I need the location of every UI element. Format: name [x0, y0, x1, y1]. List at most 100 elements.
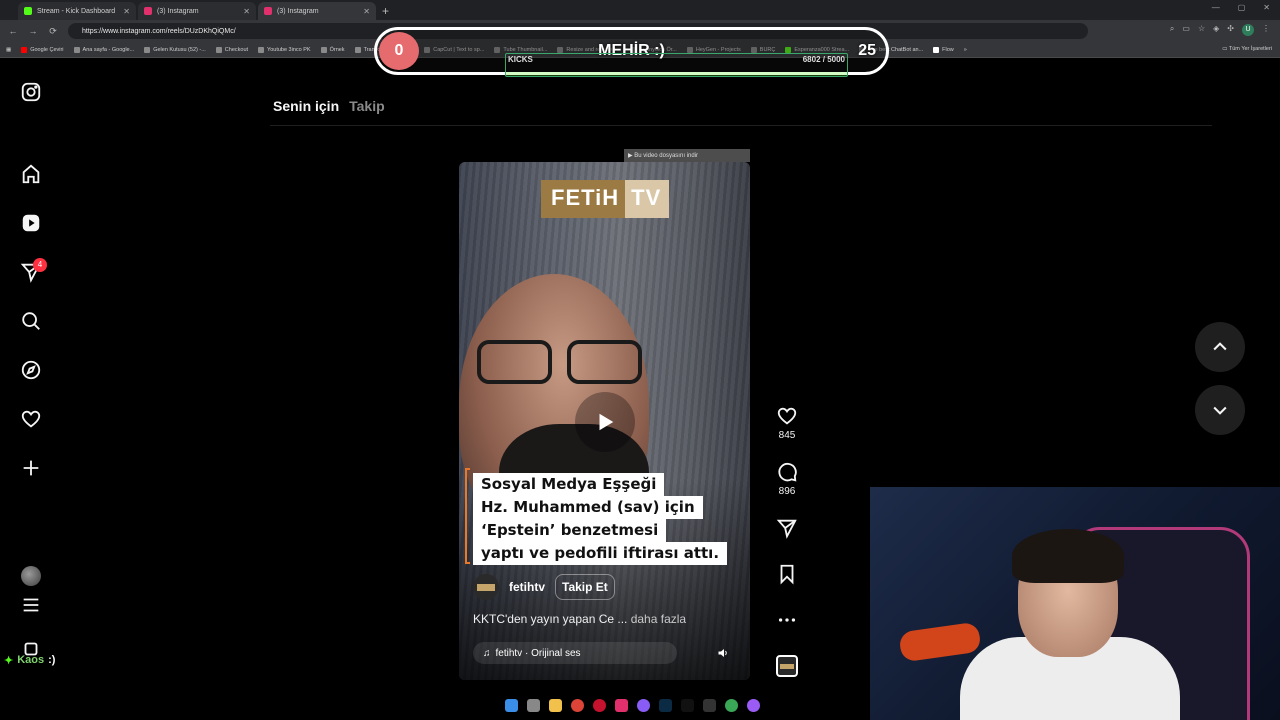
previous-reel-button[interactable]: [1195, 322, 1245, 372]
windows-start-icon[interactable]: [505, 699, 518, 712]
profile-avatar[interactable]: U: [1242, 24, 1254, 36]
bookmark-favicon-icon: [320, 46, 327, 53]
file-explorer-icon[interactable]: [549, 699, 562, 712]
more-link[interactable]: daha fazla: [627, 612, 686, 626]
tab-following[interactable]: Takip: [349, 98, 385, 114]
zoom-icon[interactable]: ⌕: [1170, 24, 1174, 36]
comment-count: 896: [778, 486, 796, 497]
kicks-label: KICKS: [508, 55, 533, 64]
folder-icon: ▭: [1222, 46, 1229, 52]
folder-icon: [258, 46, 265, 53]
reel-description: KKTC'den yayın yapan Ce ... daha fazla: [473, 612, 687, 626]
bookmark-favicon-icon: [215, 46, 222, 53]
play-button[interactable]: [575, 392, 635, 452]
bookmark-item[interactable]: Youtube 3inco PK: [258, 46, 311, 53]
notification-badge: 4: [33, 258, 47, 272]
more-menu-icon[interactable]: [19, 593, 43, 617]
fetih-tv-logo: FETiH TV: [541, 180, 670, 218]
tab-title: (3) Instagram: [277, 7, 319, 15]
comment-action[interactable]: 896: [773, 461, 801, 497]
task-view-icon[interactable]: [527, 699, 540, 712]
tiktok-icon[interactable]: [681, 699, 694, 712]
explore-icon[interactable]: [19, 358, 43, 382]
video-download-bar[interactable]: ▶ Bu video dosyasını indir: [624, 149, 750, 162]
tab-title: Stream - Kick Dashboard: [37, 7, 116, 15]
browser-tab-instagram-1[interactable]: (3) Instagram ✕: [138, 2, 256, 20]
caption-line: yaptı ve pedofili iftirası attı.: [473, 542, 728, 565]
browser-toolbar-icons: ⌕ ▭ ☆ ◈ ✣ U ⋮: [1170, 24, 1270, 36]
like-action[interactable]: 845: [773, 405, 801, 441]
chat-username: Kaos: [17, 654, 45, 666]
share-action[interactable]: [773, 517, 801, 539]
instagram-favicon-icon: [144, 7, 152, 15]
music-note-icon: ♫: [483, 647, 491, 659]
comment-icon: [778, 462, 797, 482]
streamer-webcam: [870, 487, 1280, 720]
create-plus-icon[interactable]: [19, 456, 43, 480]
reload-icon[interactable]: ⟳: [48, 26, 58, 37]
app-icon[interactable]: [747, 699, 760, 712]
volume-icon[interactable]: [714, 644, 732, 662]
audio-thumbnail[interactable]: [776, 655, 798, 677]
caption-line: ‘Epstein’ benzetmesi: [473, 519, 667, 542]
opera-icon[interactable]: [593, 699, 606, 712]
extensions-puzzle-icon[interactable]: ✣: [1227, 24, 1234, 36]
author-avatar[interactable]: [473, 574, 499, 600]
close-window-icon[interactable]: ✕: [1263, 3, 1270, 12]
bookmark-item[interactable]: Ana sayfa - Google...: [73, 46, 134, 53]
more-dots-icon: [778, 618, 796, 622]
tab-for-you[interactable]: Senin için: [273, 98, 339, 114]
extension-icon[interactable]: ◈: [1213, 24, 1219, 36]
apps-grid-icon[interactable]: ▦: [6, 47, 11, 53]
reel-video[interactable]: FETiH TV Sosyal Medya Eşşeği Hz. Muhamme…: [459, 162, 750, 680]
new-tab-button[interactable]: +: [382, 2, 389, 20]
kicks-goal-bar: KICKS 6802 / 5000: [505, 53, 848, 77]
chat-message: ✦ Kaos :): [4, 654, 55, 667]
home-icon[interactable]: [19, 162, 43, 186]
chrome-icon[interactable]: [571, 699, 584, 712]
cast-icon[interactable]: ▭: [1182, 24, 1190, 36]
bookmark-item[interactable]: Gelen Kutusu (52) -...: [144, 46, 206, 53]
chat-text: :): [48, 654, 56, 666]
browser-tab-kick[interactable]: Stream - Kick Dashboard ✕: [18, 2, 136, 20]
back-icon[interactable]: ←: [8, 26, 18, 36]
maximize-icon[interactable]: ▢: [1238, 3, 1246, 12]
save-action[interactable]: [773, 563, 801, 585]
notifications-heart-icon[interactable]: [19, 407, 43, 431]
profile-avatar[interactable]: [21, 566, 41, 586]
all-bookmarks-button[interactable]: ▭ Tüm Yer İşaretleri: [1222, 46, 1272, 52]
forward-icon[interactable]: →: [28, 26, 38, 36]
caption-line: Sosyal Medya Eşşeği: [473, 473, 665, 496]
video-caption: Sosyal Medya Eşşeği Hz. Muhammed (sav) i…: [473, 473, 728, 565]
bookmark-item[interactable]: Flow: [933, 46, 954, 53]
minimize-icon[interactable]: —: [1212, 3, 1220, 12]
search-icon[interactable]: [19, 309, 43, 333]
bookmark-item[interactable]: Checkout: [215, 46, 248, 53]
windows-taskbar: [505, 699, 760, 712]
menu-dots-icon[interactable]: ⋮: [1262, 24, 1270, 36]
bookmark-item[interactable]: Örnek: [320, 46, 345, 53]
share-icon: [776, 519, 797, 539]
instagram-sidebar: [0, 59, 64, 699]
tab-close-icon[interactable]: ✕: [363, 7, 370, 16]
more-options-action[interactable]: [773, 609, 801, 631]
bookmark-favicon-icon: [933, 46, 940, 53]
capcut-icon[interactable]: [703, 699, 716, 712]
bookmark-item[interactable]: Google Çeviri: [21, 46, 64, 53]
reels-icon[interactable]: [19, 211, 43, 235]
author-name[interactable]: fetihtv: [509, 580, 545, 594]
next-reel-button[interactable]: [1195, 385, 1245, 435]
messenger-icon[interactable]: [637, 699, 650, 712]
instagram-logo-icon[interactable]: [19, 80, 43, 104]
reel-author: fetihtv Takip Et: [473, 574, 615, 600]
tab-close-icon[interactable]: ✕: [243, 7, 250, 16]
audio-pill[interactable]: ♫ fetihtv · Orijinal ses: [473, 642, 677, 664]
bookmarks-more-button[interactable]: »: [964, 47, 967, 53]
bookmark-star-icon[interactable]: ☆: [1198, 24, 1205, 36]
tab-close-icon[interactable]: ✕: [123, 7, 130, 16]
photoshop-icon[interactable]: [659, 699, 672, 712]
instagram-icon[interactable]: [615, 699, 628, 712]
follow-button[interactable]: Takip Et: [555, 574, 615, 600]
browser-tab-instagram-2[interactable]: (3) Instagram ✕: [258, 2, 376, 20]
chrome-alt-icon[interactable]: [725, 699, 738, 712]
